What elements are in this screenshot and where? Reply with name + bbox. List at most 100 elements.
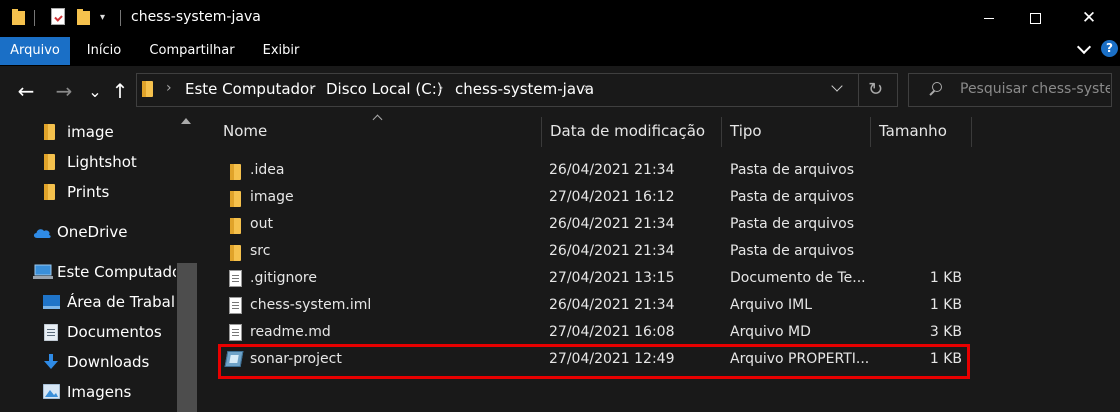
file-date: 26/04/2021 21:34 — [549, 297, 675, 313]
folder-icon — [230, 218, 241, 238]
table-row[interactable]: readme.md 27/04/2021 16:08 Arquivo MD 3 … — [200, 320, 980, 347]
table-row[interactable]: image 27/04/2021 16:12 Pasta de arquivos — [200, 185, 980, 212]
sidebar-item-label: OneDrive — [57, 223, 128, 241]
column-divider[interactable] — [971, 117, 972, 147]
sidebar-item-image[interactable]: image — [0, 118, 178, 146]
column-divider[interactable] — [541, 117, 542, 147]
up-button[interactable]: ↑ — [106, 78, 134, 104]
folder-icon — [44, 184, 55, 204]
breadcrumb-separator[interactable]: › — [309, 80, 315, 96]
back-button[interactable]: ← — [12, 78, 40, 104]
file-type: Pasta de arquivos — [730, 216, 855, 232]
window-title: chess-system-java — [131, 9, 261, 25]
breadcrumb-este-computador[interactable]: Este Computador — [185, 80, 315, 98]
breadcrumb-separator[interactable]: › — [166, 80, 172, 96]
maximize-button[interactable] — [1012, 0, 1058, 36]
file-name: image — [250, 189, 294, 205]
sidebar-item-label: Prints — [67, 183, 110, 201]
tab-arquivo[interactable]: Arquivo — [0, 37, 70, 65]
cloud-icon — [32, 225, 52, 243]
file-icon — [229, 297, 242, 314]
file-name: .idea — [250, 162, 285, 178]
sidebar-item-imagens[interactable]: Imagens — [0, 378, 178, 406]
sidebar-item-label: Lightshot — [67, 153, 137, 171]
file-date: 27/04/2021 16:08 — [549, 324, 675, 340]
tab-inicio[interactable]: Início — [80, 37, 128, 65]
folder-icon — [44, 154, 55, 174]
expand-ribbon-chevron-icon[interactable] — [1077, 42, 1091, 56]
column-header-name[interactable]: Nome — [223, 122, 267, 140]
minimize-button[interactable] — [966, 0, 1012, 36]
tab-exibir[interactable]: Exibir — [255, 37, 307, 65]
breadcrumb-chess-system-java[interactable]: chess-system-java — [455, 80, 594, 98]
folder-icon — [44, 124, 55, 144]
file-date: 27/04/2021 16:12 — [549, 189, 675, 205]
sidebar-item-label: Downloads — [67, 353, 150, 371]
file-size: 1 KB — [929, 270, 962, 286]
quick-access-dropdown-icon[interactable]: ▾ — [100, 12, 105, 23]
close-button[interactable]: ✕ — [1066, 0, 1112, 36]
file-name: src — [250, 243, 271, 259]
folder-icon — [142, 81, 153, 101]
file-name: chess-system.iml — [250, 297, 372, 313]
breadcrumb-separator[interactable]: › — [583, 80, 589, 96]
new-folder-icon[interactable] — [77, 9, 90, 25]
minimize-icon — [984, 17, 994, 19]
forward-button[interactable]: → — [50, 78, 78, 104]
recent-locations-button[interactable]: ⌄ — [81, 78, 109, 104]
folder-icon — [230, 191, 241, 211]
column-divider[interactable] — [721, 117, 722, 147]
sidebar-item-label: Este Computador — [57, 263, 178, 281]
computer-icon — [33, 264, 53, 284]
file-type: Pasta de arquivos — [730, 162, 855, 178]
desktop-icon — [43, 295, 60, 313]
column-header-date[interactable]: Data de modificação — [550, 122, 705, 140]
download-icon — [44, 354, 58, 374]
column-header-type[interactable]: Tipo — [730, 122, 762, 140]
tab-compartilhar[interactable]: Compartilhar — [145, 37, 239, 65]
folder-icon — [230, 245, 241, 265]
file-date: 26/04/2021 21:34 — [549, 216, 675, 232]
sidebar-item-label: Documentos — [67, 323, 162, 341]
sidebar-item-label: Imagens — [67, 383, 132, 401]
sidebar-item-label: Área de Trabalho — [67, 293, 178, 311]
file-date: 27/04/2021 13:15 — [549, 270, 675, 286]
refresh-icon[interactable]: ↻ — [868, 79, 883, 100]
sort-ascending-icon — [373, 114, 383, 122]
sidebar-item-downloads[interactable]: Downloads — [0, 348, 178, 376]
address-dropdown-chevron-icon[interactable] — [833, 84, 843, 94]
maximize-icon — [1029, 12, 1041, 24]
search-icon — [928, 82, 942, 96]
column-header-size[interactable]: Tamanho — [879, 122, 947, 140]
table-row[interactable]: .gitignore 27/04/2021 13:15 Documento de… — [200, 266, 980, 293]
text-file-icon — [229, 270, 242, 287]
breadcrumb-separator[interactable]: › — [438, 80, 444, 96]
file-size: 3 KB — [929, 324, 962, 340]
help-icon[interactable]: ? — [1101, 40, 1118, 57]
sidebar-item-documentos[interactable]: Documentos — [0, 318, 178, 346]
table-row[interactable]: src 26/04/2021 21:34 Pasta de arquivos — [200, 239, 980, 266]
sidebar-item-area-de-trabalho[interactable]: Área de Trabalho — [0, 288, 178, 316]
documents-icon — [43, 323, 59, 345]
sidebar-item-este-computador[interactable]: Este Computador — [0, 258, 178, 286]
file-type: Documento de Te... — [730, 270, 866, 286]
divider — [858, 74, 859, 106]
sidebar-item-onedrive[interactable]: OneDrive — [0, 218, 178, 246]
sidebar-item-lightshot[interactable]: Lightshot — [0, 148, 178, 176]
table-row[interactable]: out 26/04/2021 21:34 Pasta de arquivos — [200, 212, 980, 239]
scroll-up-arrow-icon[interactable] — [181, 118, 191, 128]
table-row[interactable]: .idea 26/04/2021 21:34 Pasta de arquivos — [200, 158, 980, 185]
divider — [34, 10, 35, 26]
file-type: Pasta de arquivos — [730, 189, 855, 205]
file-date: 26/04/2021 21:34 — [549, 162, 675, 178]
properties-icon[interactable] — [51, 8, 65, 25]
sidebar-item-prints[interactable]: Prints — [0, 178, 178, 206]
search-input[interactable]: Pesquisar chess-syste... — [960, 81, 1110, 97]
table-row[interactable]: chess-system.iml 26/04/2021 21:34 Arquiv… — [200, 293, 980, 320]
breadcrumb-disco-local[interactable]: Disco Local (C:) — [326, 80, 443, 98]
file-type: Arquivo MD — [730, 324, 811, 340]
navpane-scrollbar-thumb[interactable] — [177, 263, 197, 412]
column-divider[interactable] — [870, 117, 871, 147]
highlight-box — [218, 344, 970, 379]
file-type: Arquivo IML — [730, 297, 813, 313]
